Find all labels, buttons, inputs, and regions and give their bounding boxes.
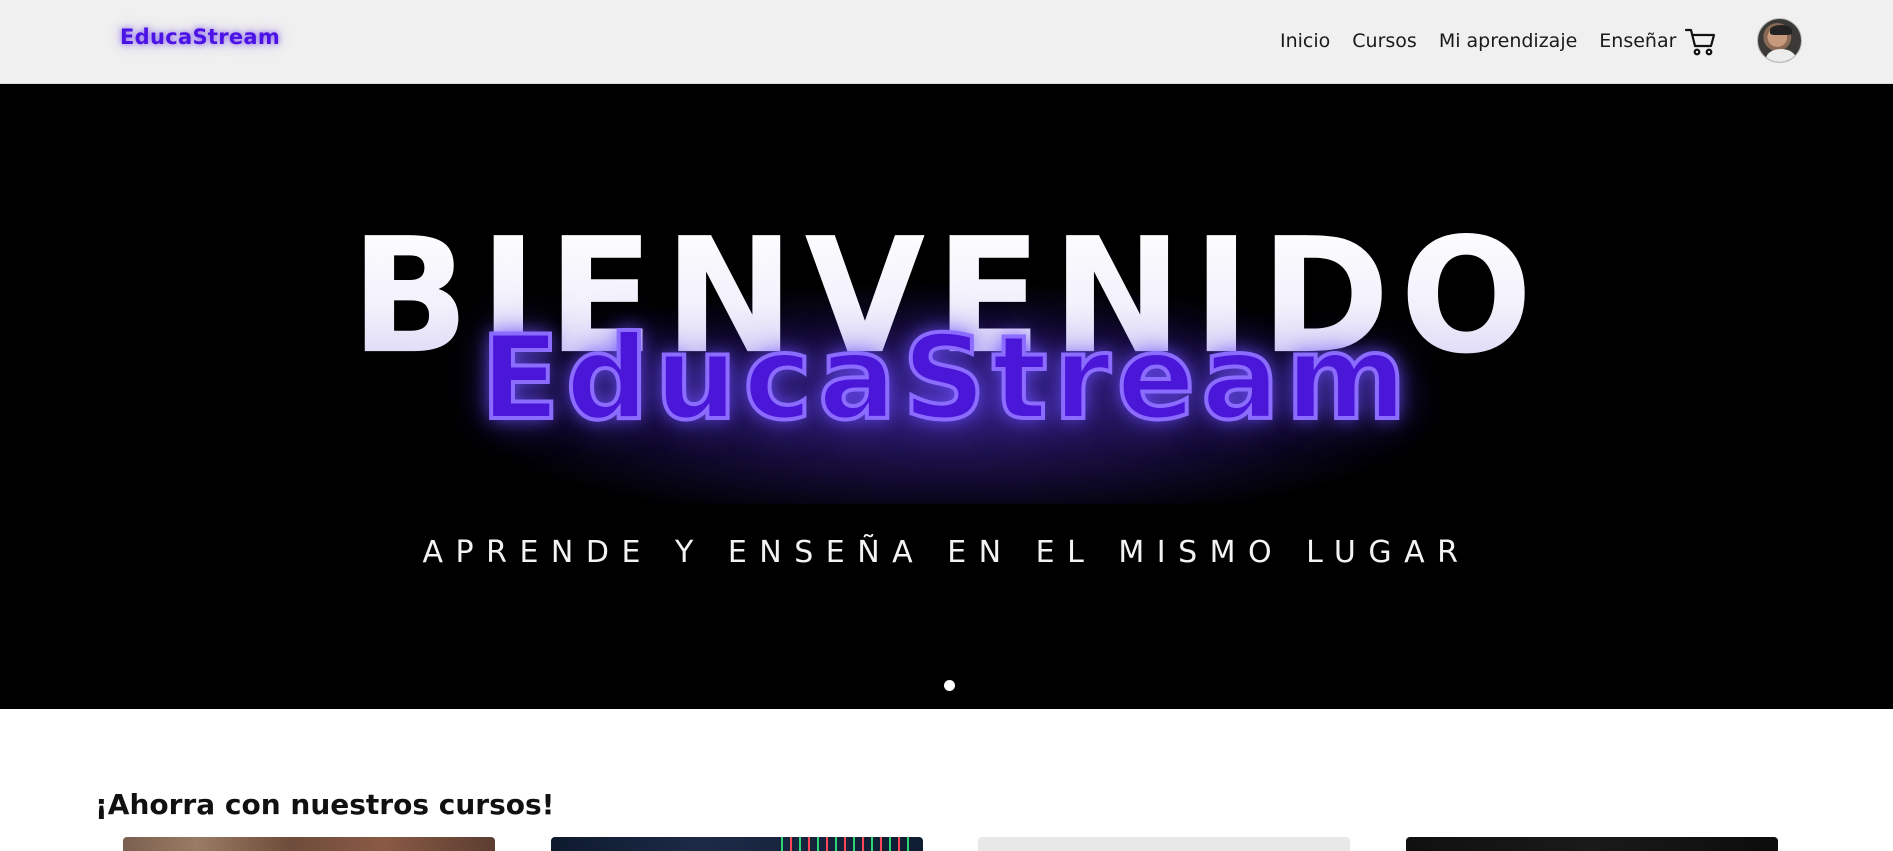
nav-link-ensenar[interactable]: Enseñar bbox=[1599, 27, 1676, 55]
chart-candles-image bbox=[781, 837, 911, 851]
nav-link-inicio[interactable]: Inicio bbox=[1280, 27, 1330, 55]
shopping-cart-icon[interactable] bbox=[1684, 26, 1718, 58]
top-navbar: EducaStream Inicio Cursos Mi aprendizaje… bbox=[0, 0, 1893, 84]
nav-link-mi-aprendizaje[interactable]: Mi aprendizaje bbox=[1439, 27, 1577, 55]
hero-brand: EducaStream bbox=[479, 311, 1413, 446]
user-avatar[interactable] bbox=[1757, 18, 1802, 63]
main-nav: Inicio Cursos Mi aprendizaje Enseñar bbox=[1280, 27, 1676, 55]
hero-carousel: BIENVENIDO EducaStream APRENDE Y ENSEÑA … bbox=[0, 84, 1893, 709]
nav-link-cursos[interactable]: Cursos bbox=[1352, 27, 1417, 55]
savings-section-title: ¡Ahorra con nuestros cursos! bbox=[95, 788, 555, 821]
avatar-shirt bbox=[1766, 49, 1796, 62]
carousel-indicator-1[interactable] bbox=[944, 680, 955, 691]
course-card-1[interactable] bbox=[123, 837, 495, 851]
brand-logo-link[interactable]: EducaStream bbox=[120, 25, 280, 49]
hero-subtitle: APRENDE Y ENSEÑA EN EL MISMO LUGAR bbox=[422, 535, 1471, 570]
course-card-2[interactable] bbox=[551, 837, 923, 851]
avatar-hair bbox=[1770, 25, 1792, 35]
course-card-3[interactable] bbox=[978, 837, 1350, 851]
course-card-4[interactable] bbox=[1406, 837, 1778, 851]
